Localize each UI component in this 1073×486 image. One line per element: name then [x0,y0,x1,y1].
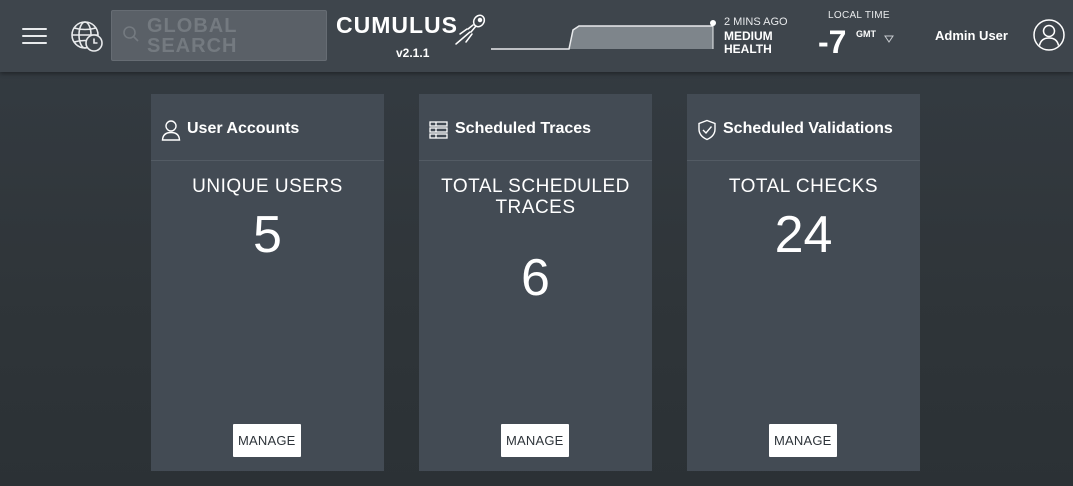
hamburger-menu-icon[interactable] [22,26,48,46]
metric-label: TOTAL SCHEDULED TRACES [441,176,630,218]
health-status: 2 MINS AGO MEDIUM HEALTH [724,16,816,56]
card-scheduled-traces: Scheduled Traces TOTAL SCHEDULED TRACES … [419,94,652,471]
metric-label: UNIQUE USERS [192,176,343,197]
health-sparkline [491,20,716,50]
global-search: GLOBAL SEARCH [111,10,327,61]
health-level: MEDIUM HEALTH [724,29,773,56]
search-icon [123,26,139,42]
card-title: Scheduled Traces [455,120,592,137]
card-user-accounts: User Accounts UNIQUE USERS 5 MANAGE [151,94,384,471]
manage-users-button[interactable]: MANAGE [233,424,301,457]
top-header: GLOBAL SEARCH CUMULUS v2.1.1 2 MINS AGO … [0,0,1073,72]
timezone-dropdown-icon[interactable] [884,35,894,43]
brand-version: v2.1.1 [396,46,430,60]
metric-value: 6 [521,249,550,307]
timezone-offset: -7 [818,24,847,60]
brand: CUMULUS v2.1.1 [336,10,486,66]
local-time-label: LOCAL TIME [828,10,890,21]
timezone-name: GMT [856,29,876,39]
local-time: LOCAL TIME -7 GMT [818,10,918,62]
rocket-logo-icon [455,14,486,45]
metric-value: 5 [253,206,282,264]
card-scheduled-validations: Scheduled Validations TOTAL CHECKS 24 MA… [687,94,920,471]
user-name[interactable]: Admin User [935,28,1008,43]
user-avatar-icon[interactable] [1033,19,1065,51]
card-header: Scheduled Traces [419,94,652,161]
card-header: User Accounts [151,94,384,161]
user-icon [161,120,181,141]
traces-icon [429,121,448,139]
card-header: Scheduled Validations [687,94,920,161]
manage-traces-button[interactable]: MANAGE [501,424,569,457]
shield-check-icon [698,119,716,141]
metric-value: 24 [774,206,833,264]
manage-validations-button[interactable]: MANAGE [769,424,837,457]
brand-name: CUMULUS [336,12,458,38]
card-title: User Accounts [187,120,300,137]
search-input[interactable] [146,14,322,58]
globe-clock-icon[interactable] [70,20,104,52]
metric-label: TOTAL CHECKS [728,176,879,197]
card-title: Scheduled Validations [723,120,893,137]
health-updated: 2 MINS AGO [724,16,788,28]
